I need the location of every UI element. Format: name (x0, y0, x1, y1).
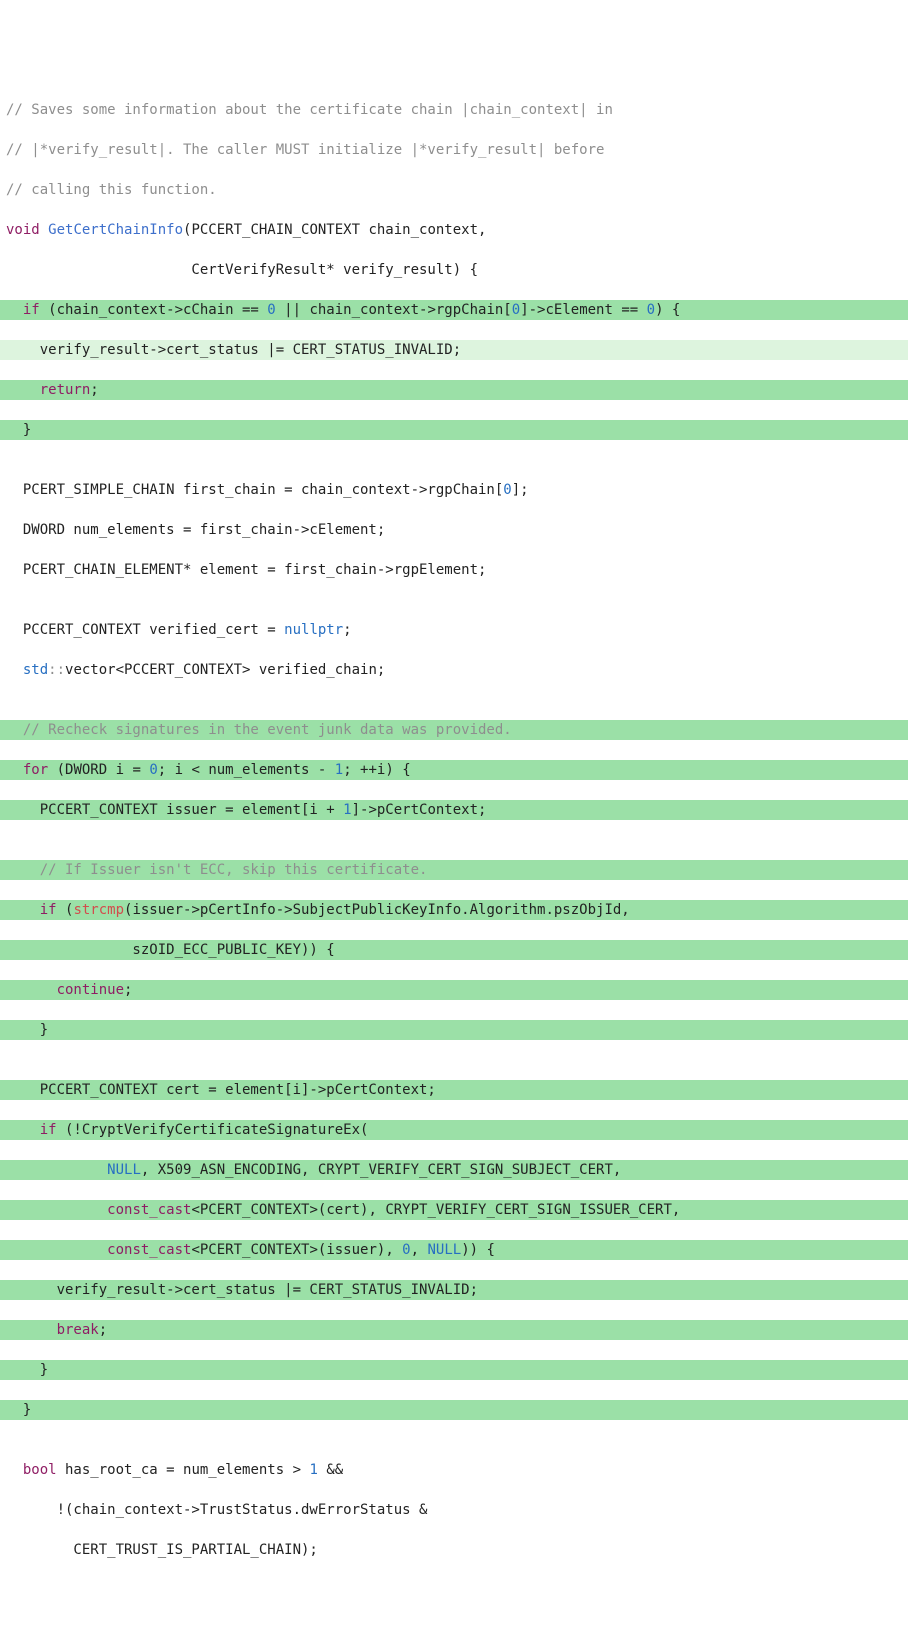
kw-if: if (23, 302, 40, 318)
text: (issuer->pCertInfo->SubjectPublicKeyInfo… (124, 902, 630, 918)
literal: 1 (343, 802, 351, 818)
text (6, 1162, 107, 1178)
comment: // Saves some information about the cert… (6, 102, 613, 118)
comment: // Recheck signatures in the event junk … (6, 722, 512, 738)
text: } (6, 1402, 31, 1418)
text: szOID_ECC_PUBLIC_KEY)) { (6, 942, 335, 958)
text: CERT_TRUST_IS_PARTIAL_CHAIN); (6, 1542, 318, 1558)
text: , X509_ASN_ENCODING, CRYPT_VERIFY_CERT_S… (141, 1162, 621, 1178)
kw-const-cast: const_cast (107, 1202, 191, 1218)
kw-break: break (57, 1322, 99, 1338)
literal: 0 (149, 762, 157, 778)
text: verify_result->cert_status |= CERT_STATU… (6, 1282, 478, 1298)
text: <PCCERT_CONTEXT> verified_chain; (116, 662, 386, 678)
kw-void: void (6, 222, 40, 238)
text (6, 1202, 107, 1218)
text: vector (65, 662, 116, 678)
text: has_root_ca = num_elements > (57, 1462, 310, 1478)
literal-null: NULL (427, 1242, 461, 1258)
text: ]->cElement == (520, 302, 646, 318)
text: PCCERT_CONTEXT verified_cert = (6, 622, 284, 638)
text: } (6, 1022, 48, 1038)
kw-if: if (40, 902, 57, 918)
fn-strcmp: strcmp (73, 902, 124, 918)
text: <PCERT_CONTEXT>(issuer), (191, 1242, 402, 1258)
text: )) { (461, 1242, 495, 1258)
text (6, 1242, 107, 1258)
text: ; ++i) { (343, 762, 410, 778)
literal: 0 (267, 302, 275, 318)
kw-if: if (40, 1122, 57, 1138)
text: PCERT_SIMPLE_CHAIN first_chain = chain_c… (6, 482, 503, 498)
text: ; (124, 982, 132, 998)
kw-continue: continue (57, 982, 124, 998)
text: PCCERT_CONTEXT cert = element[i]->pCertC… (6, 1082, 436, 1098)
code-diff-view: // Saves some information about the cert… (0, 80, 908, 1580)
text: PCERT_CHAIN_ELEMENT* element = first_cha… (6, 562, 486, 578)
text: } (6, 1362, 48, 1378)
fn-name: GetCertChainInfo (48, 222, 183, 238)
literal: 0 (503, 482, 511, 498)
text: ( (57, 902, 74, 918)
text: <PCERT_CONTEXT>(cert), CRYPT_VERIFY_CERT… (191, 1202, 680, 1218)
text: ; i < num_elements - (158, 762, 335, 778)
comment: // If Issuer isn't ECC, skip this certif… (6, 862, 427, 878)
literal: 0 (402, 1242, 410, 1258)
kw-const-cast: const_cast (107, 1242, 191, 1258)
text: ; (343, 622, 351, 638)
literal: 0 (647, 302, 655, 318)
literal-nullptr: nullptr (284, 622, 343, 638)
text: verify_result->cert_status |= CERT_STATU… (6, 342, 461, 358)
kw-bool: bool (23, 1462, 57, 1478)
comment: // |*verify_result|. The caller MUST ini… (6, 142, 604, 158)
text: !(chain_context->TrustStatus.dwErrorStat… (6, 1502, 427, 1518)
text: (chain_context->cChain == (40, 302, 268, 318)
text: || chain_context->rgpChain[ (276, 302, 512, 318)
text: ; (99, 1322, 107, 1338)
comment: // calling this function. (6, 182, 217, 198)
text: ) { (655, 302, 680, 318)
text: ; (90, 382, 98, 398)
literal-null: NULL (107, 1162, 141, 1178)
ns-std: std (23, 662, 48, 678)
text: (DWORD i = (48, 762, 149, 778)
literal: 1 (309, 1462, 317, 1478)
literal: 1 (335, 762, 343, 778)
text: ]; (512, 482, 529, 498)
kw-return: return (40, 382, 91, 398)
text: } (6, 422, 31, 438)
ns-op: :: (48, 662, 65, 678)
text: , (411, 1242, 428, 1258)
text: (PCCERT_CHAIN_CONTEXT chain_context, (183, 222, 486, 238)
text: (!CryptVerifyCertificateSignatureEx( (57, 1122, 369, 1138)
kw-for: for (23, 762, 48, 778)
text: DWORD num_elements = first_chain->cEleme… (6, 522, 385, 538)
text: && (318, 1462, 343, 1478)
text: CertVerifyResult* verify_result) { (6, 262, 478, 278)
text: ]->pCertContext; (352, 802, 487, 818)
text: PCCERT_CONTEXT issuer = element[i + (6, 802, 343, 818)
literal: 0 (512, 302, 520, 318)
